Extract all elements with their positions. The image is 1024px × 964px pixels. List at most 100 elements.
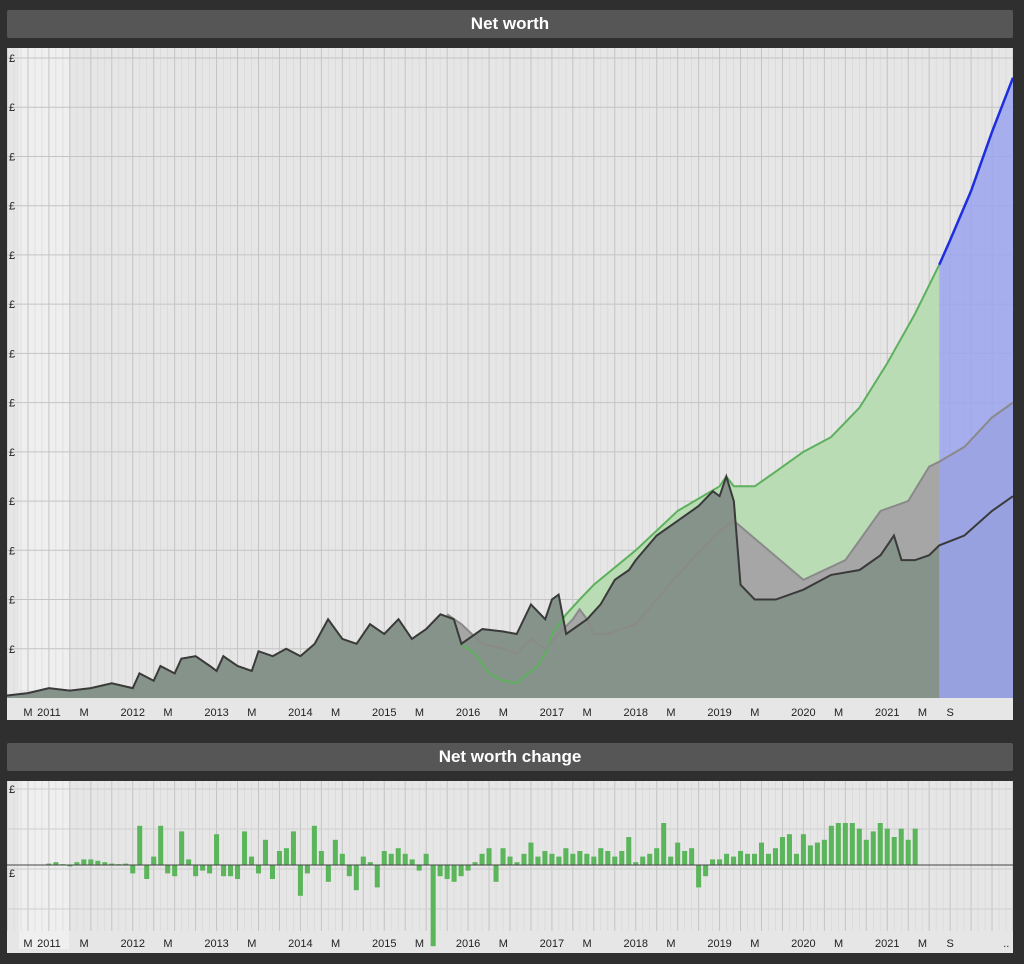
y-tick-label: £ [9, 545, 15, 557]
bar [465, 865, 471, 871]
bar [542, 851, 548, 865]
x-tick-label: M [666, 938, 675, 950]
x-tick-label: 2016 [456, 707, 480, 719]
bar [311, 825, 317, 865]
bar [584, 853, 590, 865]
bar [214, 834, 220, 865]
x-tick-label: 2020 [791, 938, 815, 950]
bar [144, 865, 150, 879]
bar [807, 845, 813, 865]
x-tick-label: M [666, 707, 675, 719]
x-tick-label: .. [1003, 938, 1009, 950]
bar [262, 839, 269, 865]
x-tick-label: M [918, 707, 927, 719]
y-tick-label: £ [9, 447, 15, 459]
x-tick-label: 2012 [121, 938, 145, 950]
x-tick-label: 2017 [540, 707, 564, 719]
y-tick-label: £ [9, 644, 15, 656]
bar [416, 865, 422, 871]
y-tick-label: £ [9, 398, 15, 410]
x-tick-label: M [23, 938, 32, 950]
x-tick-label: M [750, 707, 759, 719]
x-tick-label: M [583, 938, 592, 950]
y-axis-label-band [19, 48, 69, 690]
bar [402, 853, 408, 865]
bar [172, 865, 178, 877]
x-tick-label: 2021 [875, 707, 899, 719]
bar [332, 839, 338, 865]
x-tick-label: 2018 [624, 938, 648, 950]
x-tick-label: M [499, 707, 508, 719]
bar [800, 834, 806, 865]
x-tick-label: 2018 [624, 707, 648, 719]
bar [374, 865, 380, 888]
x-tick-label: M [834, 707, 843, 719]
y-tick-label: £ [9, 250, 15, 262]
x-tick-label: M [23, 707, 32, 719]
bar [528, 842, 534, 865]
x-tick-label: M [415, 938, 424, 950]
bar [647, 853, 653, 865]
bar [696, 865, 702, 888]
bar [179, 831, 185, 865]
bar [577, 851, 583, 865]
bar [165, 865, 171, 874]
bar [486, 848, 492, 865]
bar [703, 865, 709, 877]
bar [640, 856, 646, 865]
bar [507, 856, 513, 865]
x-tick-label: M [750, 938, 759, 950]
net-worth-title: Net worth [7, 10, 1013, 38]
bar [898, 828, 904, 865]
x-tick-label: 2021 [875, 938, 899, 950]
bar [242, 831, 248, 865]
x-tick-label: M [918, 938, 927, 950]
bar [661, 823, 667, 865]
bar [381, 851, 387, 865]
x-tick-label: 2015 [372, 707, 396, 719]
x-tick-label: 2016 [456, 938, 480, 950]
bar [395, 848, 401, 865]
bar [828, 825, 834, 865]
x-tick-label: M [247, 707, 256, 719]
bar [521, 853, 527, 865]
bar [793, 853, 799, 865]
bar [200, 865, 206, 871]
bar [318, 851, 324, 865]
bar [689, 848, 695, 865]
bar [207, 865, 213, 874]
x-tick-label: S [946, 938, 953, 950]
bar [95, 860, 101, 865]
bar [605, 851, 611, 865]
y-tick-label: £ [9, 151, 15, 163]
bar [193, 865, 199, 877]
x-tick-label: M [247, 938, 256, 950]
x-tick-label: 2015 [372, 938, 396, 950]
bar [863, 839, 869, 865]
bar [724, 853, 730, 865]
y-tick-label: £ [9, 784, 15, 796]
bar [158, 825, 164, 865]
x-tick-label: M [80, 938, 89, 950]
x-tick-label: 2011 [37, 938, 61, 950]
bar [444, 865, 450, 879]
bar [877, 823, 883, 865]
bar [339, 853, 345, 865]
bar [905, 839, 911, 865]
bar [186, 859, 192, 865]
y-tick-label: £ [9, 53, 15, 65]
x-tick-label: 2014 [288, 707, 312, 719]
bar [612, 856, 618, 865]
bar [717, 859, 723, 865]
bar [786, 834, 792, 865]
net-worth-change-chart: £ £ M 2011 M 2012 M 2013 M 2014 M 2015 M 2016 M 2017 M 20… [7, 781, 1013, 953]
y-tick-label: £ [9, 868, 15, 880]
bar [479, 853, 485, 865]
y-tick-label: £ [9, 595, 15, 607]
bar [458, 865, 464, 877]
x-tick-label: S [946, 707, 953, 719]
bar [437, 865, 443, 877]
bar [849, 823, 855, 865]
bar [451, 865, 457, 882]
bar [682, 851, 688, 865]
